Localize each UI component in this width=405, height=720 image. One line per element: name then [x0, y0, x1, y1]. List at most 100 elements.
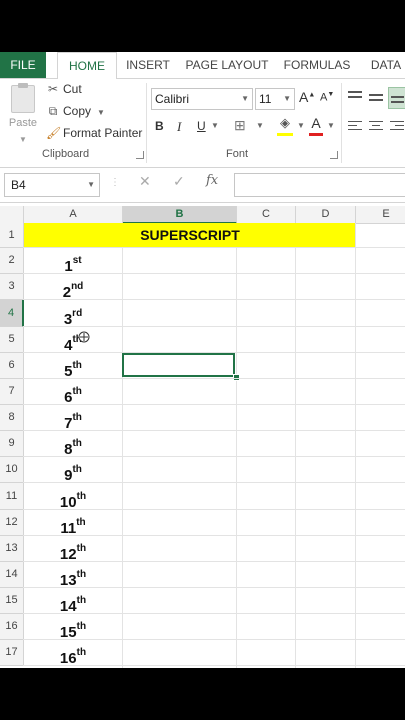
formula-input[interactable] [234, 173, 405, 197]
ordinal-cell[interactable]: 2nd [24, 274, 122, 301]
row-header-4[interactable]: 4 [0, 300, 24, 327]
cancel-entry-icon[interactable]: ✕ [139, 173, 151, 190]
ordinal-cell[interactable]: 13th [24, 562, 122, 589]
row-header-5[interactable]: 5 [0, 327, 24, 353]
ordinal-superscript: th [72, 464, 82, 475]
insert-function-button[interactable]: fx [206, 173, 218, 188]
row-gridline [23, 326, 405, 327]
ordinal-superscript: nd [71, 281, 84, 292]
ordinal-cell[interactable]: 9th [24, 457, 122, 484]
scissors-icon: ✂ [47, 82, 59, 96]
name-box-value: B4 [11, 178, 26, 192]
column-header-c[interactable]: C [237, 206, 296, 224]
font-size-select[interactable]: 11 ▼ [255, 88, 295, 110]
copy-button[interactable]: ⧉ Copy ▼ [46, 102, 105, 120]
active-cell-b4[interactable] [122, 353, 235, 377]
chevron-down-icon[interactable]: ▼ [211, 121, 219, 130]
ordinal-superscript: th [76, 647, 87, 658]
ordinal-cell[interactable]: 4th [24, 327, 122, 354]
row-header-15[interactable]: 15 [0, 588, 24, 614]
row-header-1[interactable]: 1 [0, 223, 24, 248]
row-gridline [23, 561, 405, 562]
ordinal-cell[interactable]: 15th [24, 614, 122, 641]
clipboard-launcher-icon[interactable] [136, 151, 144, 159]
underline-button[interactable]: U [197, 119, 206, 133]
grow-font-button[interactable]: A▲ [299, 89, 315, 105]
row-gridline [23, 378, 405, 379]
ordinal-cell[interactable]: 5th [24, 353, 122, 380]
shrink-font-button[interactable]: A▼ [320, 91, 334, 104]
row-header-2[interactable]: 2 [0, 248, 24, 274]
ordinal-superscript: th [76, 517, 86, 528]
italic-button[interactable]: I [177, 119, 181, 135]
align-top-icon[interactable] [348, 91, 362, 103]
confirm-entry-icon[interactable]: ✓ [173, 173, 185, 190]
column-header-d[interactable]: D [296, 206, 356, 224]
tab-file[interactable]: FILE [0, 52, 46, 78]
align-center-icon[interactable] [369, 121, 383, 133]
name-box[interactable]: B4 ▼ [4, 173, 100, 197]
row-header-3[interactable]: 3 [0, 274, 24, 300]
ordinal-cell[interactable]: 12th [24, 536, 122, 563]
row-gridline [23, 613, 405, 614]
row-header-10[interactable]: 10 [0, 457, 24, 483]
sheet-title-cell[interactable]: SUPERSCRIPT [124, 223, 256, 248]
ordinal-cell[interactable]: 8th [24, 431, 122, 458]
ribbon-home: Paste ▼ ✂ Cut ⧉ Copy ▼ 🖌 Format Painter Clip… [0, 79, 405, 168]
font-color-button[interactable]: A [309, 115, 323, 136]
chevron-down-icon[interactable]: ▼ [256, 121, 264, 130]
row-header-7[interactable]: 7 [0, 379, 24, 405]
ordinal-superscript: rd [72, 308, 83, 319]
worksheet-grid[interactable]: A B C D E SUPERSCRIPT 1st 2nd 3rd 4th 5th 6th… [0, 206, 405, 668]
paint-bucket-icon: ◈ [280, 115, 290, 130]
tab-page-layout[interactable]: PAGE LAYOUT [184, 52, 270, 78]
font-size-value: 11 [259, 92, 272, 106]
chevron-down-icon[interactable]: ▼ [297, 121, 305, 130]
ordinal-cell[interactable]: 14th [24, 588, 122, 615]
row-header-6[interactable]: 6 [0, 353, 24, 379]
font-name-select[interactable]: Calibri ▼ [151, 88, 253, 110]
ordinal-superscript: th [76, 595, 87, 606]
row-header-8[interactable]: 8 [0, 405, 24, 431]
align-left-icon[interactable] [348, 121, 362, 133]
ordinal-cell[interactable]: 11th [24, 510, 122, 537]
row-header-11[interactable]: 11 [0, 483, 24, 510]
column-header-e[interactable]: E [356, 206, 405, 224]
ordinal-cell[interactable]: 6th [24, 379, 122, 406]
bold-button[interactable]: B [155, 119, 164, 133]
tab-formulas[interactable]: FORMULAS [282, 52, 352, 78]
row-gridline [23, 299, 405, 300]
ordinal-superscript: th [76, 569, 87, 580]
font-launcher-icon[interactable] [330, 151, 338, 159]
row-header-12[interactable]: 12 [0, 510, 24, 536]
row-header-16[interactable]: 16 [0, 614, 24, 640]
column-header-b[interactable]: B [123, 206, 237, 224]
column-header-a[interactable]: A [24, 206, 123, 224]
ordinal-cell[interactable]: 7th [24, 405, 122, 432]
row-header-14[interactable]: 14 [0, 562, 24, 588]
ordinal-cell[interactable]: 16th [24, 640, 122, 667]
ordinal-cell[interactable]: 3rd [24, 300, 122, 328]
format-painter-button[interactable]: 🖌 Format Painter [46, 124, 142, 142]
row-header-17[interactable]: 17 [0, 640, 24, 666]
ordinal-cell[interactable]: 10th [24, 483, 122, 511]
align-bottom-icon[interactable] [388, 87, 405, 109]
font-group-label: Font [226, 148, 249, 160]
fill-color-button[interactable]: ◈ [277, 115, 293, 136]
paste-button[interactable]: Paste ▼ [6, 83, 40, 144]
tab-home[interactable]: HOME [57, 52, 117, 80]
ordinal-cell[interactable]: 1st [24, 248, 122, 275]
cut-button[interactable]: ✂ Cut [46, 80, 82, 98]
formula-bar-grip-icon[interactable]: ⋮ [110, 177, 120, 188]
align-right-icon[interactable] [390, 121, 404, 133]
select-all-corner[interactable] [0, 206, 24, 224]
tab-insert[interactable]: INSERT [122, 52, 174, 78]
align-middle-icon[interactable] [369, 91, 383, 103]
tab-data[interactable]: DATA [362, 52, 405, 78]
column-gridline [122, 223, 123, 668]
font-color-icon: A [311, 115, 321, 131]
row-header-9[interactable]: 9 [0, 431, 24, 457]
borders-icon[interactable]: ⊞ [234, 117, 246, 134]
row-header-13[interactable]: 13 [0, 536, 24, 562]
chevron-down-icon[interactable]: ▼ [327, 121, 335, 130]
